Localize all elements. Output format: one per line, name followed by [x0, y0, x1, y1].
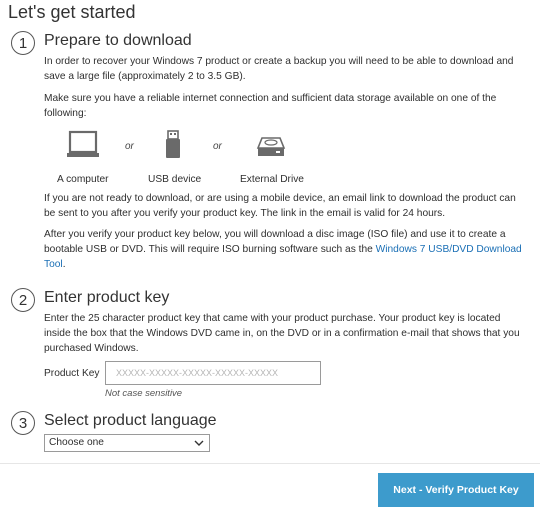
or-text-2: or [213, 141, 222, 152]
step-2-title: Enter product key [44, 289, 170, 306]
device-external-drive [256, 130, 286, 160]
step-2-description: Enter the 25 character product key that … [44, 313, 520, 354]
language-select[interactable]: Choose one [44, 434, 210, 452]
product-key-label: Product Key [44, 368, 100, 379]
chevron-down-icon [194, 440, 204, 446]
product-key-input[interactable] [105, 361, 321, 385]
language-select-value: Choose one [49, 437, 104, 448]
step-1-number: 1 [11, 31, 35, 55]
product-key-hint: Not case sensitive [105, 388, 183, 399]
step-3-number: 3 [11, 411, 35, 435]
next-verify-product-key-button[interactable]: Next - Verify Product Key [378, 473, 534, 507]
usb-drive-icon [166, 130, 180, 158]
step-2-number: 2 [11, 288, 35, 312]
footer-divider [0, 463, 540, 464]
or-text: or [125, 141, 134, 152]
device-label-computer: A computer [57, 174, 109, 185]
laptop-icon [67, 130, 99, 157]
external-drive-icon [256, 137, 286, 156]
device-label-external-drive: External Drive [240, 174, 304, 185]
device-usb [164, 130, 182, 160]
step-1-iso-note: After you verify your product key below,… [44, 227, 524, 272]
step-3-title: Select product language [44, 412, 217, 429]
step-1-email-note: If you are not ready to download, or are… [44, 193, 516, 219]
page-title: Let's get started [8, 2, 136, 22]
device-label-usb: USB device [148, 174, 202, 185]
step-1-requirements: Make sure you have a reliable internet c… [44, 93, 497, 119]
iso-note-end: . [62, 259, 66, 270]
step-1-title: Prepare to download [44, 32, 192, 49]
device-computer [66, 130, 100, 160]
step-1-intro: In order to recover your Windows 7 produ… [44, 56, 514, 82]
